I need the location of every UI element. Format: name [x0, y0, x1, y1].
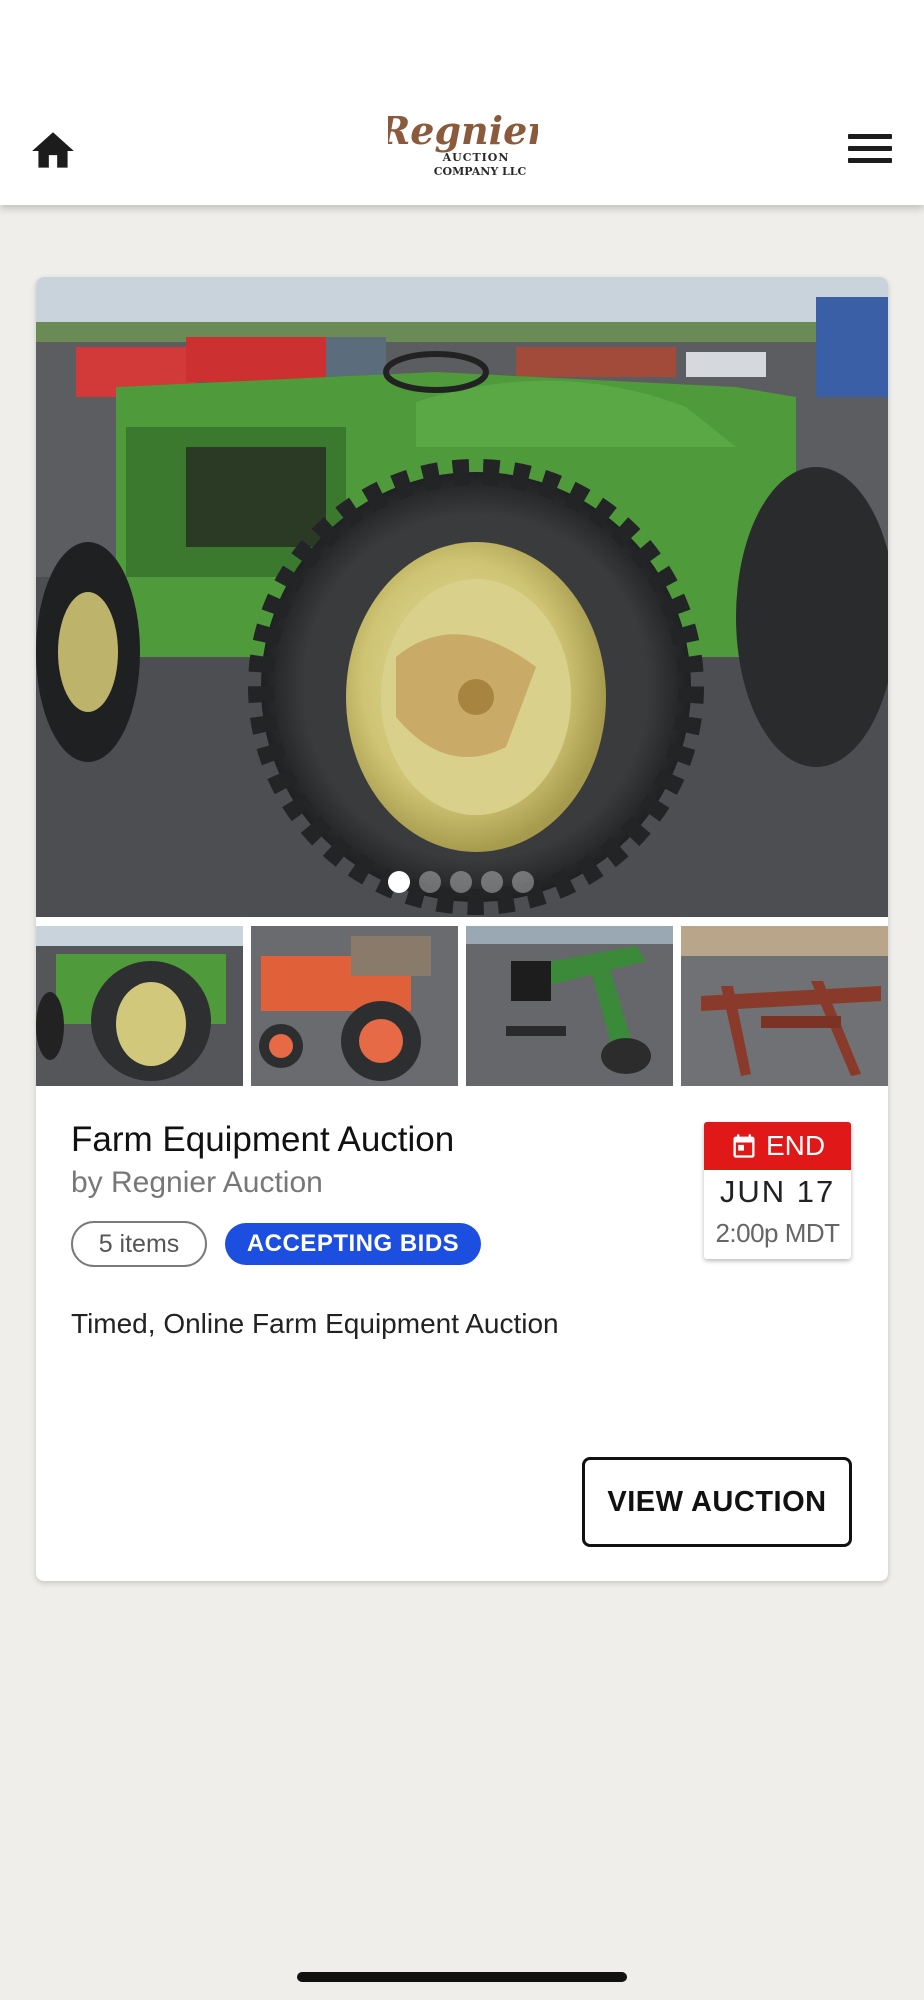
end-date-badge: END JUN 17 2:00p MDT — [704, 1122, 851, 1259]
end-time: 2:00p MDT — [715, 1218, 840, 1248]
thumbnail-backhoe[interactable] — [466, 926, 673, 1086]
home-icon — [32, 132, 74, 168]
carousel-indicators — [388, 871, 534, 893]
auction-description: Timed, Online Farm Equipment Auction — [71, 1308, 559, 1339]
auction-title[interactable]: Farm Equipment Auction — [71, 1120, 454, 1160]
regnier-logo[interactable]: Regnier AUCTION COMPANY LLC — [388, 106, 538, 184]
top-app-bar: Regnier AUCTION COMPANY LLC — [0, 0, 924, 205]
auction-card: Farm Equipment Auction by Regnier Auctio… — [36, 277, 888, 1581]
auction-image-carousel[interactable] — [36, 277, 888, 917]
end-label: END — [765, 1130, 826, 1161]
calendar-icon — [733, 1134, 755, 1158]
tractor-photo — [36, 277, 888, 917]
menu-button[interactable] — [848, 134, 892, 168]
svg-text:COMPANY LLC: COMPANY LLC — [434, 165, 527, 178]
carousel-dot[interactable] — [419, 871, 441, 893]
carousel-dot[interactable] — [512, 871, 534, 893]
thumbnail-green-tractor[interactable] — [36, 926, 243, 1086]
thumbnail-strip — [36, 926, 888, 1086]
home-indicator[interactable] — [297, 1972, 627, 1982]
svg-text:Regnier: Regnier — [388, 108, 538, 153]
carousel-dot[interactable] — [450, 871, 472, 893]
view-auction-button[interactable]: VIEW AUCTION — [582, 1457, 852, 1547]
end-date: JUN 17 — [719, 1174, 836, 1209]
thumbnail-rusty-equipment[interactable] — [681, 926, 888, 1086]
hamburger-menu-icon — [848, 134, 892, 139]
carousel-dot[interactable] — [481, 871, 503, 893]
thumbnail-orange-tractor[interactable] — [251, 926, 458, 1086]
carousel-dot[interactable] — [388, 871, 410, 893]
status-badge: ACCEPTING BIDS — [225, 1223, 481, 1265]
items-count-badge: 5 items — [71, 1221, 207, 1267]
svg-text:AUCTION: AUCTION — [442, 151, 510, 164]
auction-seller: by Regnier Auction — [71, 1166, 323, 1199]
home-button[interactable] — [28, 126, 78, 176]
